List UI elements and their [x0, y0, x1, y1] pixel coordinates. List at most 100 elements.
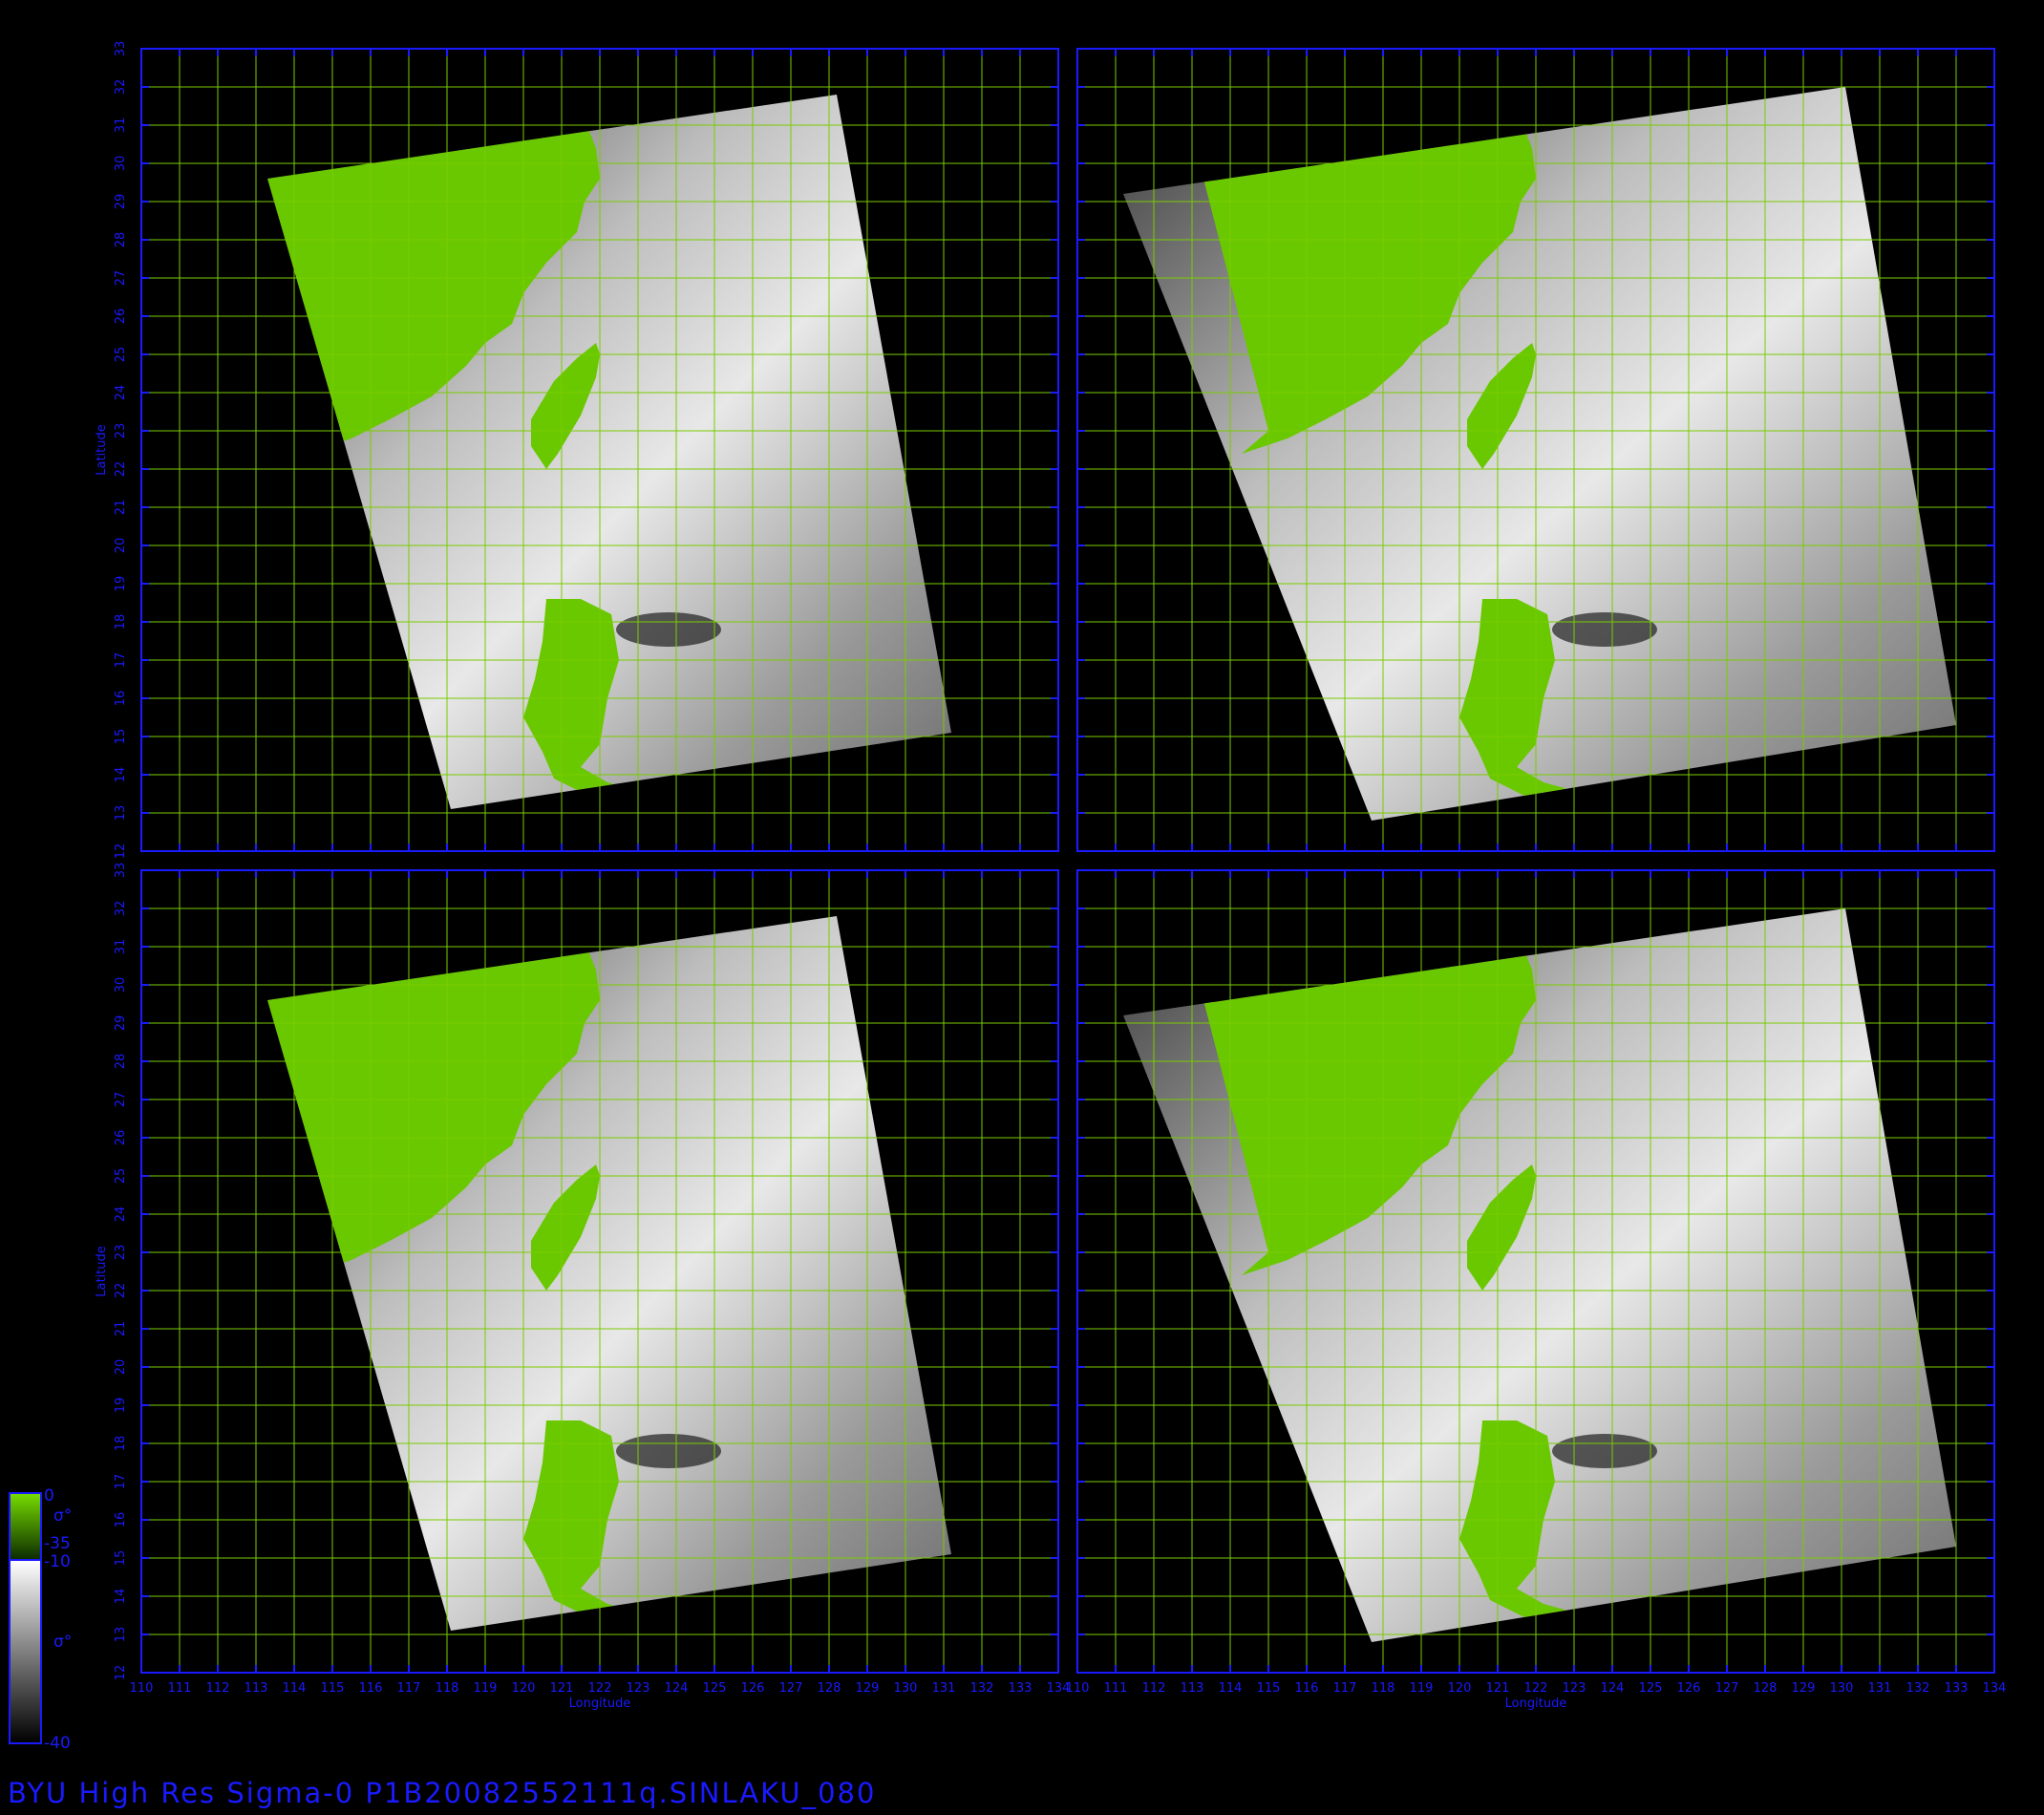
lat-tick-label: 19 [114, 576, 128, 592]
x-axis-label: Longitude [1505, 1697, 1567, 1711]
lon-tick-label: 122 [588, 1681, 612, 1696]
lon-tick-label: 120 [512, 1681, 536, 1696]
lat-tick-label: 31 [114, 117, 128, 134]
lon-tick-label: 129 [856, 1681, 880, 1696]
lat-tick-label: 26 [114, 1130, 128, 1146]
lat-tick-label: 20 [114, 1359, 128, 1376]
lon-tick-label: 129 [1792, 1681, 1816, 1696]
lon-tick-label: 115 [321, 1681, 345, 1696]
lat-tick-label: 29 [114, 194, 128, 210]
lon-tick-label: 131 [1868, 1681, 1892, 1696]
panel-top-right [1076, 48, 1995, 852]
lon-tick-label: 110 [1066, 1681, 1090, 1696]
lat-tick-label: 14 [114, 767, 128, 783]
lon-tick-label: 125 [703, 1681, 727, 1696]
lon-tick-label: 132 [1906, 1681, 1930, 1696]
panel-bottom-right: 110 111 112 113 114 115 116 117 118 119 120 121 122 1… [1066, 869, 2007, 1711]
lat-tick-label: 18 [114, 614, 128, 630]
lat-tick-label: 28 [114, 232, 128, 248]
lon-tick-label: 118 [436, 1681, 459, 1696]
figure-caption: BYU High Res Sigma-0 P1B20082552111q.SIN… [8, 1777, 877, 1809]
colorbar-ocean-max-label: -10 [44, 1552, 71, 1571]
lon-tick-label: 124 [1601, 1681, 1625, 1696]
lon-tick-label: 130 [894, 1681, 918, 1696]
lon-tick-label: 110 [130, 1681, 154, 1696]
colorbar-land-ramp [9, 1492, 42, 1561]
lat-tick-label: 22 [114, 461, 128, 478]
y-axis-label: Latitude [95, 1246, 109, 1297]
lon-tick-label: 126 [1677, 1681, 1701, 1696]
lat-tick-label: 20 [114, 538, 128, 554]
lat-tick-label: 27 [114, 270, 128, 287]
colorbar-ocean-min-label: -40 [44, 1734, 71, 1753]
lat-tick-label: 16 [114, 1512, 128, 1528]
lon-tick-label: 126 [741, 1681, 765, 1696]
panel-bottom-left: 12 13 14 15 16 17 18 19 20 21 22 23 24 25 26 27 28 29 30 31… [95, 863, 1070, 1711]
lon-tick-label: 116 [1295, 1681, 1319, 1696]
lat-tick-label: 15 [114, 1550, 128, 1567]
lat-tick-label: 21 [114, 500, 128, 516]
lon-tick-label: 131 [932, 1681, 956, 1696]
lat-tick-label: 28 [114, 1054, 128, 1070]
colorbar-ocean-symbol: σ° [53, 1633, 73, 1652]
storm-feature [1552, 612, 1657, 647]
lon-tick-label: 112 [1142, 1681, 1166, 1696]
lat-tick-label: 16 [114, 691, 128, 707]
lat-tick-label: 19 [114, 1398, 128, 1414]
lon-tick-label: 118 [1372, 1681, 1395, 1696]
colorbar-land-symbol: σ° [53, 1506, 73, 1526]
lat-tick-label: 12 [114, 1665, 128, 1681]
lon-tick-label: 132 [970, 1681, 994, 1696]
panel-top-left: 12 13 14 15 16 17 18 19 20 21 22 23 24 25 26 27 28 29 30 31… [95, 41, 1059, 860]
lat-tick-label: 26 [114, 309, 128, 325]
lat-tick-label: 15 [114, 729, 128, 745]
lat-tick-label: 25 [114, 347, 128, 363]
colorbar-land-max-label: 0 [44, 1486, 54, 1505]
lat-tick-label: 22 [114, 1283, 128, 1299]
lat-tick-label: 33 [114, 41, 128, 57]
lat-tick-label: 23 [114, 1245, 128, 1261]
lat-tick-label: 17 [114, 1474, 128, 1490]
lat-tick-label: 29 [114, 1015, 128, 1032]
lon-tick-label: 121 [550, 1681, 574, 1696]
lat-tick-label: 31 [114, 939, 128, 955]
colorbar-ocean-ramp [9, 1559, 42, 1744]
storm-feature [1552, 1434, 1657, 1468]
lon-tick-label: 123 [1563, 1681, 1586, 1696]
lon-tick-label: 130 [1830, 1681, 1854, 1696]
lat-tick-label: 13 [114, 805, 128, 822]
lon-tick-label: 115 [1257, 1681, 1281, 1696]
lon-tick-label: 114 [283, 1681, 307, 1696]
lat-tick-label: 25 [114, 1168, 128, 1185]
lon-tick-label: 116 [359, 1681, 383, 1696]
lat-tick-label: 18 [114, 1436, 128, 1452]
lon-tick-label: 121 [1486, 1681, 1510, 1696]
x-axis-label: Longitude [569, 1697, 631, 1711]
lon-tick-label: 125 [1639, 1681, 1663, 1696]
sigma0-map-figure: 12 13 14 15 16 17 18 19 20 21 22 23 24 25 26 27 28 29 30 31… [9, 41, 2007, 1744]
storm-feature [616, 612, 721, 647]
lon-tick-label: 124 [665, 1681, 689, 1696]
lon-tick-label: 122 [1524, 1681, 1548, 1696]
lon-tick-label: 113 [1181, 1681, 1204, 1696]
lon-tick-label: 119 [474, 1681, 498, 1696]
lon-tick-label: 111 [1104, 1681, 1128, 1696]
lat-tick-label: 30 [114, 977, 128, 993]
lat-tick-label: 21 [114, 1321, 128, 1337]
lon-tick-label: 123 [627, 1681, 650, 1696]
lon-tick-label: 128 [1754, 1681, 1778, 1696]
lat-tick-label: 32 [114, 901, 128, 917]
lat-tick-label: 23 [114, 423, 128, 439]
colorbar [9, 1492, 42, 1744]
lat-tick-label: 14 [114, 1589, 128, 1605]
lon-tick-label: 127 [779, 1681, 803, 1696]
lat-tick-label: 27 [114, 1092, 128, 1108]
lon-tick-label: 134 [1983, 1681, 2007, 1696]
lat-tick-label: 12 [114, 843, 128, 860]
lat-tick-label: 13 [114, 1627, 128, 1643]
lon-tick-label: 117 [1333, 1681, 1357, 1696]
lat-tick-label: 24 [114, 1206, 128, 1223]
lon-tick-label: 133 [1945, 1681, 1969, 1696]
lat-tick-label: 30 [114, 156, 128, 172]
lon-tick-label: 120 [1448, 1681, 1472, 1696]
